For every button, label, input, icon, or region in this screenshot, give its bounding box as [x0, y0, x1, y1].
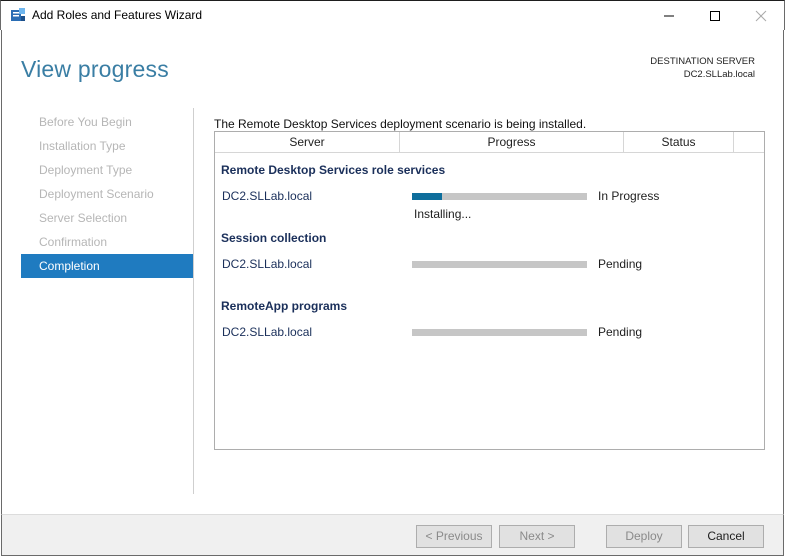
progress-panel: Server Progress Status Remote Desktop Se…	[214, 131, 765, 450]
wizard-body: View progress DESTINATION SERVER DC2.SLL…	[1, 30, 784, 514]
deploy-button[interactable]: Deploy	[606, 525, 682, 548]
minimize-button[interactable]	[646, 1, 692, 30]
server-name: DC2.SLLab.local	[222, 189, 313, 203]
maximize-button[interactable]	[692, 1, 738, 30]
server-manager-icon	[10, 7, 26, 23]
previous-button[interactable]: < Previous	[416, 525, 492, 548]
step-before-you-begin: Before You Begin	[39, 115, 132, 129]
destination-server-info: DESTINATION SERVER DC2.SLLab.local	[650, 55, 755, 81]
step-installation-type: Installation Type	[39, 139, 126, 153]
page-title: View progress	[21, 56, 169, 82]
step-completion[interactable]: Completion	[21, 254, 193, 278]
column-header-server[interactable]: Server	[215, 132, 400, 152]
progress-detail-text: Installing...	[414, 207, 472, 221]
title-bar: Add Roles and Features Wizard	[0, 0, 785, 30]
step-server-selection: Server Selection	[39, 211, 128, 225]
step-deployment-scenario: Deployment Scenario	[39, 187, 154, 201]
server-name: DC2.SLLab.local	[222, 325, 313, 339]
server-name: DC2.SLLab.local	[222, 257, 313, 271]
progress-bar	[412, 329, 587, 336]
section-title-session-collection: Session collection	[221, 231, 327, 245]
wizard-footer: < Previous Next > Deploy Cancel	[1, 514, 784, 556]
nav-divider	[193, 108, 194, 494]
status-text: Pending	[598, 257, 643, 271]
next-button[interactable]: Next >	[499, 525, 575, 548]
progress-bar	[412, 193, 587, 200]
column-header-status[interactable]: Status	[624, 132, 734, 152]
status-text: Pending	[598, 325, 643, 339]
destination-label: DESTINATION SERVER	[650, 56, 755, 67]
close-button[interactable]	[738, 1, 784, 30]
wizard-steps-nav: Before You Begin Installation Type Deplo…	[21, 110, 193, 278]
progress-bar-fill	[412, 193, 442, 200]
progress-table-header: Server Progress Status	[215, 132, 764, 153]
window-title: Add Roles and Features Wizard	[32, 8, 203, 22]
step-deployment-type: Deployment Type	[39, 163, 133, 177]
status-message: The Remote Desktop Services deployment s…	[214, 117, 587, 131]
section-title-remoteapp-programs: RemoteApp programs	[221, 299, 348, 313]
column-header-progress[interactable]: Progress	[400, 132, 624, 152]
section-title-role-services: Remote Desktop Services role services	[221, 163, 446, 177]
step-confirmation: Confirmation	[39, 235, 108, 249]
progress-bar	[412, 261, 587, 268]
cancel-button[interactable]: Cancel	[688, 525, 764, 548]
destination-server-name: DC2.SLLab.local	[683, 69, 755, 80]
status-text: In Progress	[598, 189, 660, 203]
